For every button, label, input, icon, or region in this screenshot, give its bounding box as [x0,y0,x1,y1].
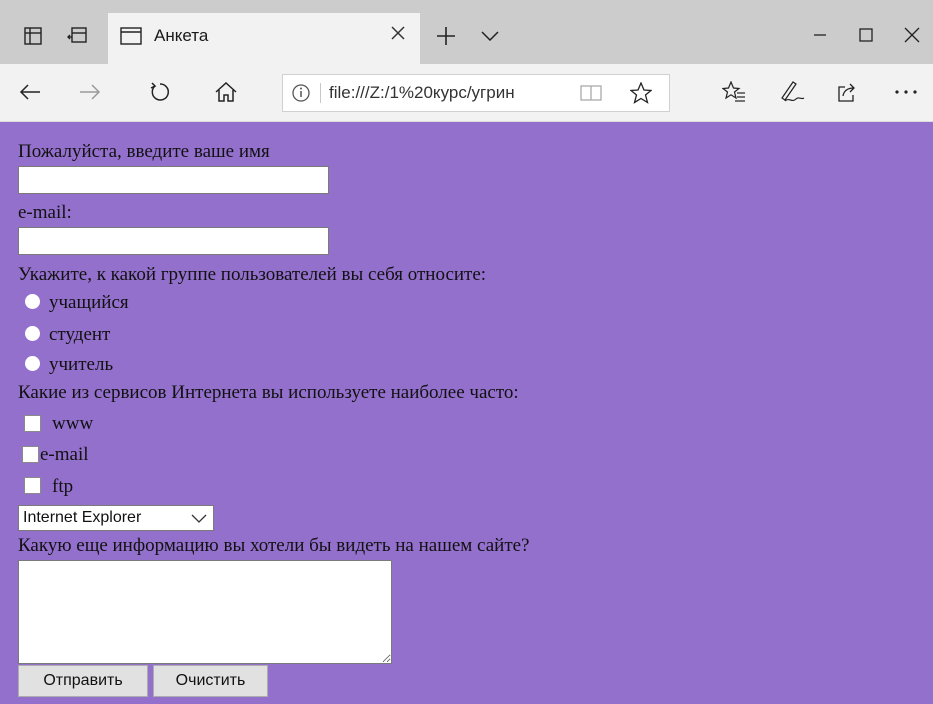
pen-icon [781,81,805,102]
checkbox-email-label: e-mail [40,444,89,465]
radio-teacher-label: учитель [49,354,114,375]
address-bar[interactable]: file:///Z:/1%20курс/угрин [282,74,670,112]
submit-button[interactable]: Отправить [18,665,148,697]
email-input[interactable] [18,227,329,255]
info-textarea[interactable] [18,560,392,664]
minimize-button[interactable] [800,20,840,50]
chevron-down-icon [191,514,207,523]
favorites-button[interactable] [718,76,750,108]
share-icon [838,83,855,102]
tab-title: Анкета [154,26,209,45]
maximize-button[interactable] [846,20,886,50]
plus-icon [437,27,455,45]
arrow-right-icon [80,84,101,100]
tab-list-button[interactable] [476,22,504,50]
reading-view-button[interactable] [579,81,603,105]
group-label: Укажите, к какой группе пользователей вы… [18,264,487,285]
name-label: Пожалуйста, введите ваше имя [18,141,270,162]
close-icon [391,26,405,40]
back-button[interactable] [14,76,46,108]
radio-teacher[interactable] [25,356,40,371]
services-label: Какие из сервисов Интернета вы используе… [18,382,519,403]
chevron-down-icon [481,31,499,41]
info-icon [292,84,310,102]
checkbox-ftp[interactable] [24,477,41,494]
address-url[interactable]: file:///Z:/1%20курс/угрин [329,83,515,103]
active-tab[interactable]: Анкета [108,13,420,64]
checkbox-www-label: www [52,413,94,434]
star-icon [630,82,652,104]
refresh-button[interactable] [144,76,176,108]
home-button[interactable] [210,76,242,108]
book-icon [580,85,602,101]
page-content: Пожалуйста, введите ваше имя e-mail: Ука… [0,122,933,704]
radio-pupil-label: учащийся [49,292,129,313]
share-button[interactable] [832,76,864,108]
set-aside-tabs-button[interactable] [14,17,52,55]
more-icon [895,90,917,94]
navigation-toolbar: file:///Z:/1%20курс/угрин [0,64,933,122]
more-button[interactable] [890,76,922,108]
favorites-icon [722,81,745,102]
new-tab-button[interactable] [432,22,460,50]
tab-strip: Анкета [0,0,933,64]
radio-pupil[interactable] [25,294,40,309]
radio-student[interactable] [25,326,40,341]
tabs-restore-icon [67,27,87,43]
checkbox-www[interactable] [24,415,41,432]
arrow-left-icon [19,84,40,100]
browser-select[interactable]: Internet Explorer [18,505,214,531]
reset-button[interactable]: Очистить [153,665,268,697]
close-tab-button[interactable] [386,21,410,45]
restore-tabs-button[interactable] [58,17,96,55]
add-favorite-button[interactable] [629,81,653,105]
checkbox-ftp-label: ftp [52,476,74,497]
address-separator [320,83,321,103]
browser-select-value: Internet Explorer [23,509,142,526]
name-input[interactable] [18,166,329,194]
minimize-icon [814,34,826,36]
checkbox-email[interactable] [22,446,39,463]
page-icon [120,27,142,45]
tabs-aside-icon [24,27,42,45]
forward-button[interactable] [74,76,106,108]
close-icon [904,27,920,43]
home-icon [215,82,237,102]
maximize-icon [859,28,873,42]
notes-button[interactable] [776,76,808,108]
close-window-button[interactable] [892,20,932,50]
email-label: e-mail: [18,202,72,223]
info-label: Какую еще информацию вы хотели бы видеть… [18,535,530,556]
radio-student-label: студент [49,324,111,345]
refresh-icon [150,82,169,101]
